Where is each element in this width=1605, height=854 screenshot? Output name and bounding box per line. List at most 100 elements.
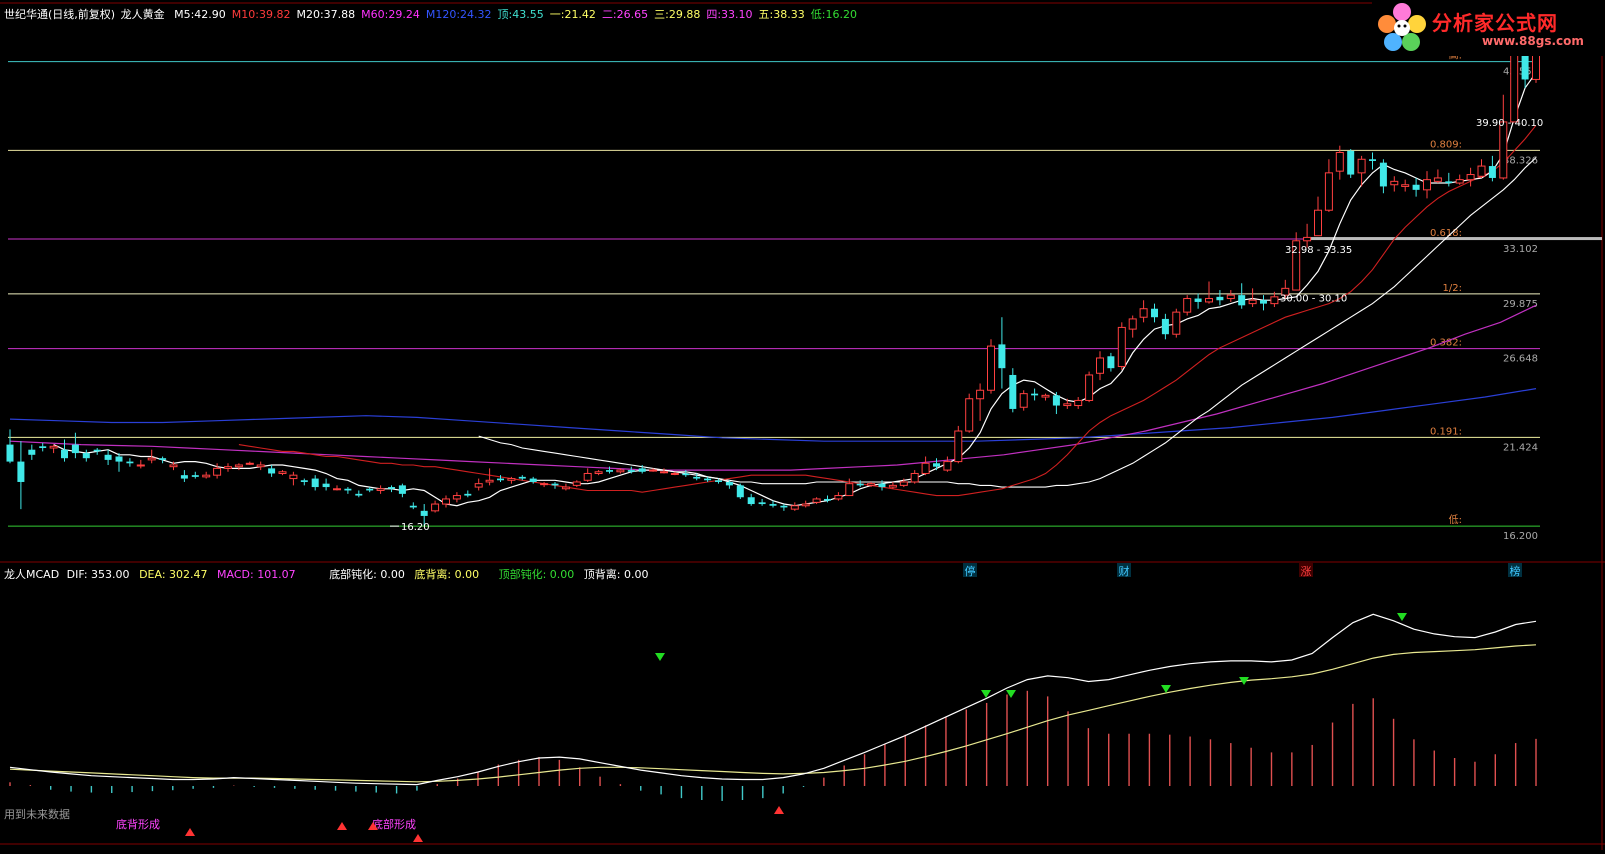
moving-averages <box>9 72 1537 507</box>
candle-body-down <box>758 502 766 505</box>
candle-body-up <box>289 474 298 480</box>
candle-body-down <box>878 483 886 488</box>
candle-body-up <box>1063 403 1072 407</box>
candle-body-up <box>1041 394 1050 398</box>
candle-body-up <box>943 461 952 471</box>
candle-body-up <box>1433 177 1442 182</box>
level-value-l0382: 26.648 <box>1503 354 1538 365</box>
indicator-2: M20:37.88 <box>296 8 356 21</box>
logo-url: www.88gs.com <box>1482 34 1584 48</box>
candle-body-down <box>28 449 36 455</box>
range-annotation-range2: 32.98 - 33.35 <box>1285 245 1352 256</box>
indicator-9: 四:33.10 <box>706 8 753 21</box>
candle-body-up <box>1128 318 1137 330</box>
candle-body-down <box>725 481 733 486</box>
candle-body-up <box>256 464 265 468</box>
ma120-line <box>9 388 1537 442</box>
candle-body-up <box>572 481 581 486</box>
candle-body-up <box>1205 298 1213 303</box>
candle-body-down <box>693 476 701 479</box>
candle-body-down <box>747 497 755 505</box>
candle-body-up <box>899 481 908 486</box>
candle-body-up <box>1303 236 1312 242</box>
candle-body-up <box>474 483 483 488</box>
candle-body-down <box>1412 184 1420 190</box>
candle-body-down <box>344 488 352 491</box>
chart-canvas: 高:43.5500.809:38.3260.618:33.1021/2:29.8… <box>0 0 1605 850</box>
candle-body-down <box>1379 162 1387 187</box>
candle-body-up <box>49 445 58 449</box>
candle-body-down <box>1009 374 1017 409</box>
event-mark-1: 财 <box>1119 564 1130 578</box>
candle-body-down <box>180 475 188 479</box>
candle-body-up <box>1172 311 1181 335</box>
candle-body-down <box>606 470 613 472</box>
buy-signal-icon <box>337 822 347 830</box>
top-divergence: 顶背离: 0.00 <box>583 568 649 581</box>
candle-body-up <box>1074 399 1083 407</box>
candle-body-up <box>670 472 679 475</box>
ma10-line <box>238 124 1537 497</box>
dif-line <box>9 613 1537 786</box>
candle-body-up <box>485 479 494 483</box>
candle-body-up <box>561 486 570 490</box>
candle-body-up <box>333 488 341 491</box>
candle-body-down <box>191 475 199 477</box>
candle-body-down <box>388 487 395 489</box>
candle-body-up <box>1226 294 1235 300</box>
indicator-10: 五:38.33 <box>758 8 805 21</box>
event-mark-3: 榜 <box>1510 564 1521 578</box>
macd-panel: 底背形成 底部形成 <box>9 613 1537 842</box>
candle-body-up <box>1270 296 1279 305</box>
candle-body-up <box>1139 308 1148 318</box>
range-annotation-range1: 39.90 - 40.10 <box>1476 118 1543 129</box>
bottom-formed-label: 底部形成 <box>372 817 416 831</box>
candle-body-down <box>322 483 330 488</box>
candle-body-up <box>442 498 450 505</box>
candle-body-down <box>17 461 25 482</box>
range-annotation-low_mark: 16.20 <box>401 522 430 533</box>
candle-body-down <box>638 468 646 472</box>
candle-body-up <box>1455 179 1464 184</box>
candle-body-up <box>921 462 930 474</box>
candle-body-down <box>159 458 167 460</box>
candle-body-up <box>1117 326 1126 367</box>
level-ratio-low: 低: <box>1449 513 1462 526</box>
candle-body-up <box>867 483 876 486</box>
stock-title: 世纪华通(日线,前复权) <box>4 8 116 21</box>
candle-body-down <box>300 480 308 482</box>
level-band <box>1310 237 1602 241</box>
candle-body-down <box>824 498 831 501</box>
candle-body-up <box>1096 357 1104 374</box>
bottom-divergence: 底背离: 0.00 <box>414 568 480 581</box>
candle-body-down <box>736 485 744 498</box>
candle-body-down <box>715 480 722 482</box>
candle-body-down <box>1445 181 1453 184</box>
macd-hist: MACD: 101.07 <box>217 568 296 581</box>
candle-body-up <box>224 466 232 469</box>
indicator-0: M5:42.90 <box>174 8 226 21</box>
indicator-5: 顶:43.55 <box>497 8 544 21</box>
candle-body-down <box>518 476 526 479</box>
level-value-l0618: 33.102 <box>1503 244 1538 255</box>
candle-body-down <box>398 485 406 494</box>
macd-title-row: 龙人MCAD DIF: 353.00 DEA: 302.47 MACD: 101… <box>4 566 649 582</box>
candle-body-up <box>594 471 603 474</box>
candle-body-up <box>1085 374 1094 401</box>
axis-frame <box>0 0 1605 850</box>
candle-body-down <box>529 478 537 482</box>
candle-body-up <box>976 389 985 400</box>
candle-body-down <box>627 470 635 472</box>
candle-body-up <box>616 469 625 473</box>
macd-dea: DEA: 302.47 <box>139 568 208 581</box>
candle-body-up <box>540 483 549 486</box>
candle-body-down <box>769 504 777 506</box>
chart-stage: 高: 43.550 0.809: 38.326 0.618: 33.102 1/2: 29.8… <box>0 0 1605 850</box>
candle-body-up <box>801 503 810 507</box>
candle-body-down <box>71 444 79 454</box>
candle-body-up <box>245 462 254 465</box>
candle-body-up <box>452 495 461 500</box>
candle-body-down <box>704 478 712 481</box>
candle-body-down <box>551 483 559 486</box>
candle-body-down <box>420 510 428 516</box>
